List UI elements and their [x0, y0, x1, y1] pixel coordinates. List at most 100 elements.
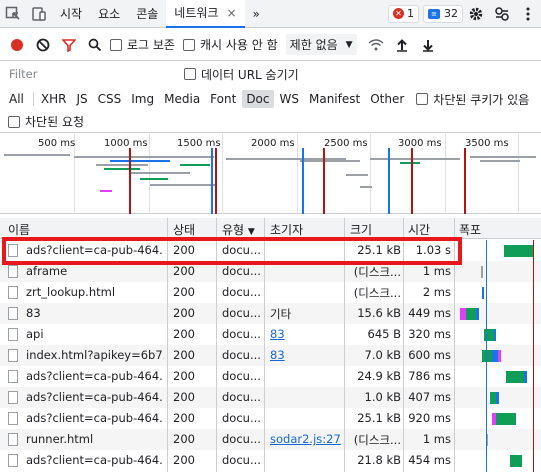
search-icon[interactable]	[84, 34, 106, 56]
document-file-icon	[8, 454, 18, 467]
request-name[interactable]: ads?client=ca-pub-464...	[26, 390, 164, 404]
type-other[interactable]: Other	[366, 90, 408, 108]
document-file-icon	[8, 412, 18, 425]
request-initiator[interactable]: sodar2.js:27	[270, 432, 342, 446]
type-css[interactable]: CSS	[94, 90, 126, 108]
blocked-cookies-checkbox[interactable]: 차단된 쿠키가 있음	[416, 91, 529, 108]
waterfall-domcontentloaded-line	[486, 240, 487, 472]
clear-icon[interactable]	[32, 34, 54, 56]
disable-cache-label: 캐시 사용 안 함	[199, 38, 278, 52]
document-file-icon	[8, 391, 18, 404]
column-name[interactable]: 이름	[8, 221, 30, 238]
preserve-log-checkbox[interactable]: 로그 보존	[110, 36, 175, 53]
table-row[interactable]: runner.html 200 docu... sodar2.js:27 (디스크...…	[0, 429, 541, 450]
request-initiator[interactable]: 83	[270, 327, 342, 341]
request-name[interactable]: aframe	[26, 264, 164, 278]
request-name[interactable]: ads?client=ca-pub-464...	[26, 453, 164, 467]
more-tabs-button[interactable]: »	[245, 0, 268, 28]
request-type: docu...	[222, 432, 261, 446]
network-conditions-icon[interactable]	[365, 34, 387, 56]
request-time: 920 ms	[408, 411, 451, 425]
request-name[interactable]: index.html?apikey=6b7...	[26, 348, 164, 362]
hide-data-urls-checkbox[interactable]: 데이터 URL 숨기기	[184, 66, 299, 83]
request-name[interactable]: ads?client=ca-pub-464...	[26, 369, 164, 383]
device-toolbar-icon[interactable]	[26, 0, 52, 28]
hide-data-urls-box[interactable]	[184, 68, 196, 80]
request-name[interactable]: 83	[26, 306, 164, 320]
filter-input[interactable]: Filter	[4, 64, 172, 84]
request-type: docu...	[222, 264, 261, 278]
table-row[interactable]: index.html?apikey=6b7... 200 docu... 83 7.0 …	[0, 345, 541, 366]
export-har-icon[interactable]	[417, 34, 439, 56]
type-img[interactable]: Img	[127, 90, 158, 108]
tab-welcome[interactable]: 시작	[52, 0, 90, 28]
close-tab-icon[interactable]: ×	[226, 6, 236, 20]
waterfall-bar	[482, 350, 492, 362]
column-status[interactable]: 상태	[173, 221, 195, 238]
customize-devtools-icon[interactable]	[489, 0, 515, 28]
overview-chart	[4, 148, 536, 214]
type-js[interactable]: JS	[72, 90, 91, 108]
request-time: 449 ms	[408, 306, 451, 320]
network-overview[interactable]: 500 ms 1000 ms 1500 ms 2000 ms 2500 ms 3…	[0, 134, 541, 214]
type-doc[interactable]: Doc	[242, 90, 274, 108]
message-icon: ≡	[428, 8, 440, 19]
disable-cache-box[interactable]	[182, 38, 195, 51]
request-initiator[interactable]: 83	[270, 348, 342, 362]
request-name[interactable]: runner.html	[26, 432, 164, 446]
type-font[interactable]: Font	[206, 90, 240, 108]
request-name[interactable]: ads?client=ca-pub-464...	[26, 411, 164, 425]
table-row[interactable]: ads?client=ca-pub-464... 200 docu... 24.9 k…	[0, 366, 541, 387]
tab-network[interactable]: 네트워크 ×	[166, 0, 245, 28]
table-row[interactable]: ads?client=ca-pub-464... 200 docu... 21.8 k…	[0, 450, 541, 471]
waterfall-bar	[476, 308, 479, 320]
table-row[interactable]: zrt_lookup.html 200 docu... (디스크... 2 ms	[0, 282, 541, 303]
request-size: 21.8 kB	[357, 453, 401, 467]
error-count: 1	[407, 7, 414, 20]
type-all[interactable]: All	[5, 90, 28, 108]
request-time: 1 ms	[422, 432, 451, 446]
inspect-element-icon[interactable]	[0, 0, 26, 28]
table-row[interactable]: 83 200 docu... 기타 15.6 kB 449 ms	[0, 303, 541, 324]
table-row[interactable]: ads?client=ca-pub-464... 200 docu... 25.1 k…	[0, 408, 541, 429]
throttling-select[interactable]: 제한 없음 ▼	[285, 34, 357, 55]
preserve-log-box[interactable]	[110, 38, 122, 51]
record-button[interactable]	[6, 34, 28, 56]
tab-elements[interactable]: 요소	[90, 0, 128, 28]
settings-gear-icon[interactable]	[463, 0, 489, 28]
request-size: (디스크...	[353, 265, 401, 279]
type-manifest[interactable]: Manifest	[305, 90, 364, 108]
waterfall-bar	[496, 392, 499, 404]
table-row[interactable]: ads?client=ca-pub-464... 200 docu... 1.0 kB…	[0, 387, 541, 408]
more-options-icon[interactable]	[515, 0, 541, 28]
blocked-cookies-box[interactable]	[416, 93, 429, 105]
tab-console[interactable]: 콘솔	[128, 0, 166, 28]
message-count-badge[interactable]: ≡ 32	[423, 4, 463, 23]
request-status: 200	[173, 453, 195, 467]
column-waterfall[interactable]: 폭포	[459, 221, 481, 238]
filter-row: Filter 데이터 URL 숨기기	[0, 62, 541, 86]
column-time[interactable]: 시간	[408, 221, 430, 238]
column-size[interactable]: 크기	[350, 221, 372, 238]
filter-icon[interactable]	[58, 34, 80, 56]
column-initiator[interactable]: 초기자	[270, 221, 303, 238]
column-type[interactable]: 유형 ▼	[222, 221, 255, 238]
document-file-icon	[8, 370, 18, 383]
request-type: docu...	[222, 453, 261, 467]
waterfall-bar	[481, 266, 483, 278]
error-count-badge[interactable]: ✕ 1	[388, 4, 419, 23]
blocked-cookies-label: 차단된 쿠키가 있음	[433, 92, 530, 107]
type-media[interactable]: Media	[160, 90, 204, 108]
disable-cache-checkbox[interactable]: 캐시 사용 안 함	[182, 36, 278, 53]
request-name[interactable]: zrt_lookup.html	[26, 285, 164, 299]
table-row[interactable]: api 200 docu... 83 645 B 320 ms	[0, 324, 541, 345]
request-name[interactable]: api	[26, 327, 164, 341]
message-count: 32	[444, 7, 458, 20]
import-har-icon[interactable]	[391, 34, 413, 56]
column-type-label: 유형	[222, 223, 245, 237]
type-ws[interactable]: WS	[276, 90, 303, 108]
tab-elements-label: 요소	[98, 7, 121, 21]
blocked-requests-box[interactable]	[8, 115, 20, 128]
type-xhr[interactable]: XHR	[37, 90, 71, 108]
blocked-requests-checkbox[interactable]: 차단된 요청	[8, 113, 84, 130]
